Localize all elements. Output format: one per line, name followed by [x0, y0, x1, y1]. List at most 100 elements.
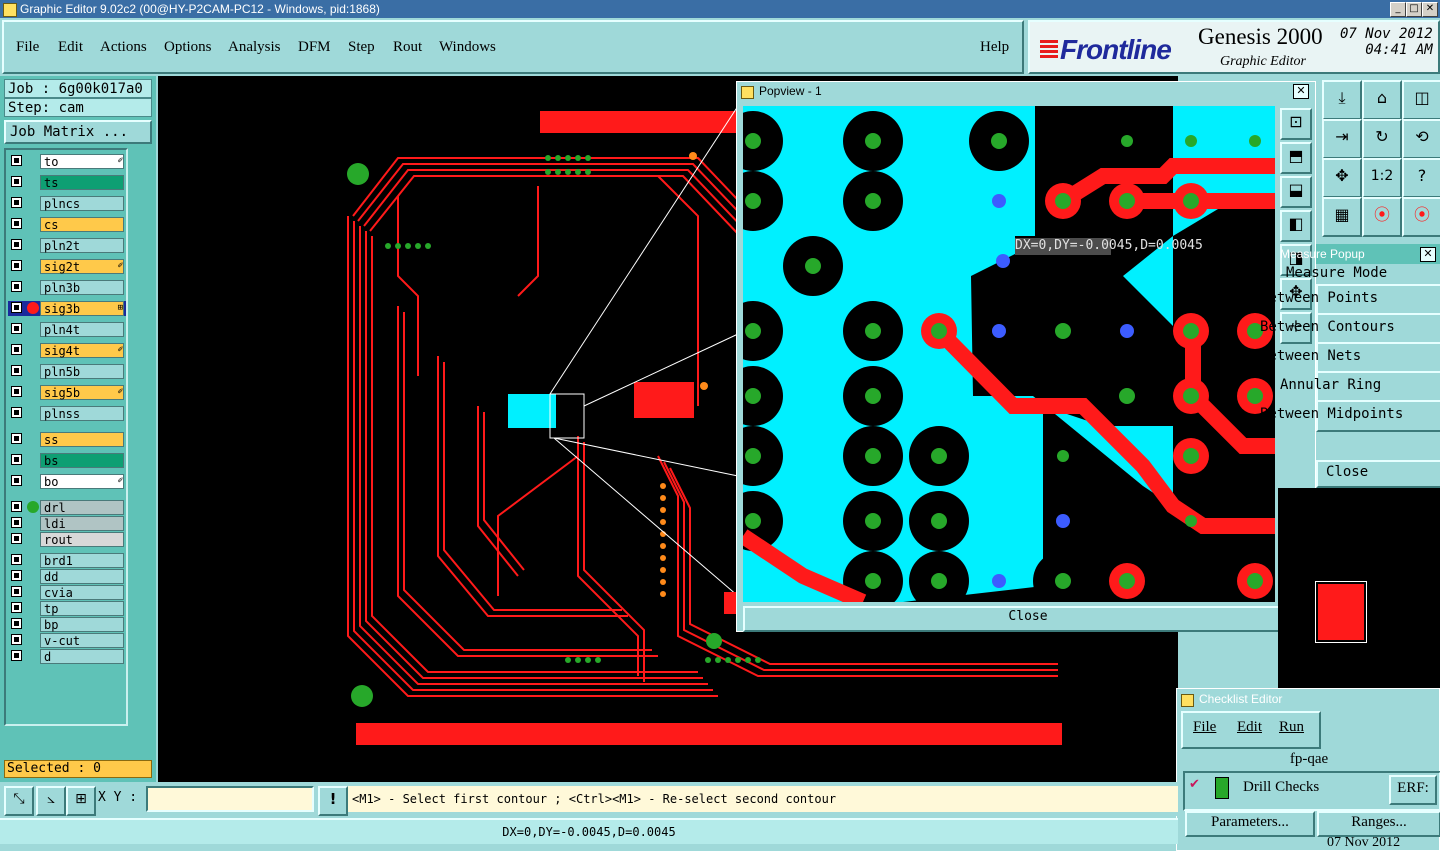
layer-name[interactable]: dd [40, 569, 124, 584]
layer-name[interactable]: ts [40, 175, 124, 190]
layer-checkbox[interactable] [11, 586, 22, 597]
layer-row-pln2t[interactable]: pln2t [8, 238, 126, 253]
between-contours-button[interactable]: Between Contours [1260, 313, 1440, 345]
layer-row-sig3b[interactable]: sig3b ⊞ [8, 301, 126, 316]
menu-options[interactable]: Options [164, 39, 212, 56]
zoom-area-icon[interactable]: ⤡ [4, 786, 34, 816]
layer-row-sig4t[interactable]: sig4t ✐ [8, 343, 126, 358]
between-nets-button[interactable]: Between Nets [1260, 342, 1440, 374]
layer-checkbox[interactable] [11, 618, 22, 629]
layer-checkbox[interactable] [11, 554, 22, 565]
snap-icon[interactable]: ⦿ [1362, 197, 1402, 237]
erf-button[interactable]: ERF: [1389, 775, 1437, 805]
layer-checkbox[interactable] [11, 281, 22, 292]
home-icon[interactable]: ⌂ [1362, 80, 1402, 120]
checklist-menu-edit[interactable]: Edit [1237, 719, 1262, 736]
checklist-item-row[interactable]: ✔ Drill Checks ERF: [1183, 771, 1440, 811]
popview-close-button[interactable]: Close [743, 606, 1313, 632]
layer-name[interactable]: pln2t [40, 238, 124, 253]
layer-checkbox[interactable] [11, 501, 22, 512]
layer-row-sig5b[interactable]: sig5b ✐ [8, 385, 126, 400]
layer-row-to[interactable]: to ✐ [8, 154, 126, 169]
layer-row-v-cut[interactable]: v-cut [8, 633, 126, 648]
checklist-menu-run[interactable]: Run [1279, 719, 1304, 736]
layer-row-bp[interactable]: bp [8, 617, 126, 632]
layer-checkbox[interactable] [11, 570, 22, 581]
layer-name[interactable]: sig3b [40, 301, 124, 316]
layer-row-drl[interactable]: drl [8, 500, 126, 515]
layer-name[interactable]: d [40, 649, 124, 664]
annular-ring-button[interactable]: Annular Ring [1280, 371, 1440, 403]
zoom-fit-icon[interactable]: ⊡ [1280, 108, 1312, 140]
layer-checkbox[interactable] [11, 365, 22, 376]
menu-edit[interactable]: Edit [58, 39, 83, 56]
layer-name[interactable]: ldi [40, 516, 124, 531]
layer-row-dd[interactable]: dd [8, 569, 126, 584]
layer-row-sig2t[interactable]: sig2t ✐ [8, 259, 126, 274]
menu-analysis[interactable]: Analysis [228, 39, 281, 56]
layer-name[interactable]: brd1 [40, 553, 124, 568]
layer-name[interactable]: v-cut [40, 633, 124, 648]
layer-checkbox[interactable] [11, 386, 22, 397]
layer-checkbox[interactable] [11, 407, 22, 418]
pan-up-icon[interactable]: ⬒ [1280, 142, 1312, 174]
layer-row-pln5b[interactable]: pln5b [8, 364, 126, 379]
layer-checkbox[interactable] [11, 323, 22, 334]
layer-row-cvia[interactable]: cvia [8, 585, 126, 600]
layer-name[interactable]: sig4t [40, 343, 124, 358]
redraw-icon[interactable]: ⟲ [1402, 119, 1440, 159]
layer-name[interactable]: bs [40, 453, 124, 468]
layer-name[interactable]: cvia [40, 585, 124, 600]
layer-checkbox[interactable] [11, 433, 22, 444]
layer-row-plncs[interactable]: plncs [8, 196, 126, 211]
layer-row-tp[interactable]: tp [8, 601, 126, 616]
layer-row-cs[interactable]: cs [8, 217, 126, 232]
layer-name[interactable]: bp [40, 617, 124, 632]
layer-name[interactable]: cs [40, 217, 124, 232]
next-icon[interactable]: ⇥ [1322, 119, 1362, 159]
layer-row-d[interactable]: d [8, 649, 126, 664]
pan-down-icon[interactable]: ⬓ [1280, 176, 1312, 208]
between-midpoints-button[interactable]: Between Midpoints [1260, 400, 1440, 432]
layer-checkbox[interactable] [11, 517, 22, 528]
measure-close-button[interactable]: Close [1316, 460, 1440, 488]
center-icon[interactable]: ✥ [1322, 158, 1362, 198]
layers-icon[interactable]: ⦿ [1402, 197, 1440, 237]
layer-checkbox[interactable] [11, 475, 22, 486]
close-window-button[interactable]: ✕ [1422, 2, 1438, 17]
between-points-button[interactable]: Between Points [1260, 284, 1440, 316]
layer-name[interactable]: bo [40, 474, 124, 489]
xy-input[interactable] [146, 786, 314, 812]
layer-checkbox[interactable] [11, 602, 22, 613]
checklist-menu-file[interactable]: File [1193, 719, 1216, 736]
layer-name[interactable]: to [40, 154, 124, 169]
menu-file[interactable]: File [16, 39, 39, 56]
layer-row-bs[interactable]: bs [8, 453, 126, 468]
measure-popup-close-x[interactable]: ✕ [1420, 247, 1436, 262]
layer-checkbox[interactable] [11, 344, 22, 355]
layer-name[interactable]: plnss [40, 406, 124, 421]
ranges-button[interactable]: Ranges... [1317, 811, 1440, 837]
layer-checkbox[interactable] [11, 533, 22, 544]
layer-checkbox[interactable] [11, 176, 22, 187]
layer-checkbox[interactable] [11, 239, 22, 250]
scale-icon[interactable]: 1:2 [1362, 158, 1402, 198]
layer-row-brd1[interactable]: brd1 [8, 553, 126, 568]
layer-row-pln3b[interactable]: pln3b [8, 280, 126, 295]
layer-row-rout[interactable]: rout [8, 532, 126, 547]
layer-checkbox[interactable] [11, 155, 22, 166]
layer-checkbox[interactable] [11, 260, 22, 271]
layer-name[interactable]: sig2t [40, 259, 124, 274]
menu-dfm[interactable]: DFM [298, 39, 331, 56]
layer-row-pln4t[interactable]: pln4t [8, 322, 126, 337]
layer-row-ldi[interactable]: ldi [8, 516, 126, 531]
layer-checkbox[interactable] [11, 650, 22, 661]
rotate-icon[interactable]: ↻ [1362, 119, 1402, 159]
popview-close-x[interactable]: ✕ [1293, 84, 1309, 99]
maximize-button[interactable]: □ [1406, 2, 1422, 17]
layer-checkbox[interactable] [11, 197, 22, 208]
layer-name[interactable]: pln4t [40, 322, 124, 337]
alert-button[interactable]: ! [318, 786, 348, 816]
help-icon[interactable]: ? [1402, 158, 1440, 198]
layer-name[interactable]: drl [40, 500, 124, 515]
